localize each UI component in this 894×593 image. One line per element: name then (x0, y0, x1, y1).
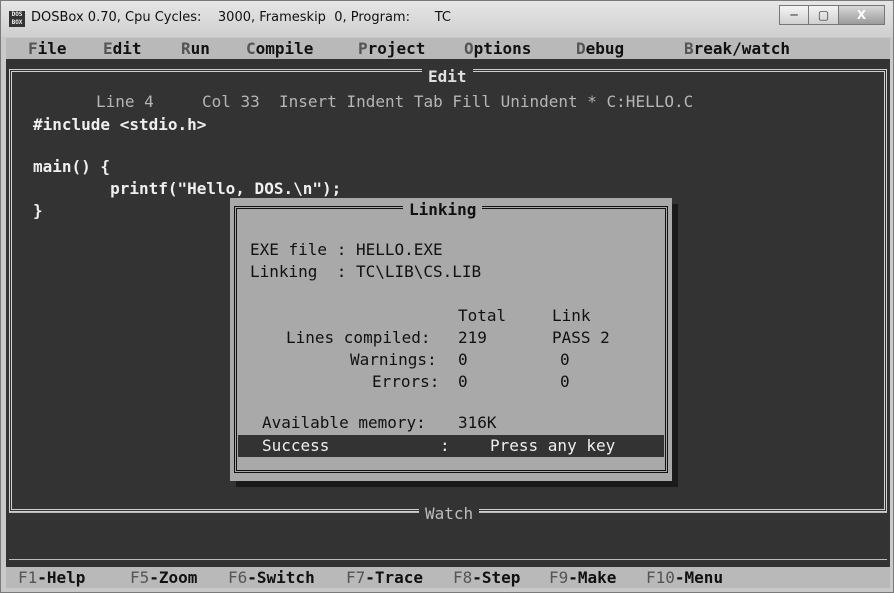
errors-label: Errors: (372, 372, 440, 391)
errors-total: 0 (458, 372, 468, 391)
fkey-help[interactable]: F1-Help (18, 568, 85, 587)
code-line-4[interactable]: printf("Hello, DOS.\n"); (33, 179, 341, 198)
errors-link: 0 (560, 372, 570, 391)
menu-debug[interactable]: Debug (576, 39, 624, 58)
dos-screen: File Edit Run Compile Project Options De… (6, 38, 890, 588)
function-key-bar: F1-Help F5-Zoom F6-Switch F7-Trace F8-St… (6, 567, 890, 588)
close-button[interactable]: X (839, 5, 885, 25)
fkey-zoom[interactable]: F5-Zoom (130, 568, 197, 587)
fkey-step[interactable]: F8-Step (453, 568, 520, 587)
linking-dialog: Linking EXE file : HELLO.EXE Linking : T… (230, 198, 672, 481)
available-memory-label: Available memory: (262, 413, 426, 432)
edit-window-title: Edit (422, 69, 473, 85)
lines-compiled-total: 219 (458, 328, 487, 347)
fkey-switch[interactable]: F6-Switch (228, 568, 315, 587)
menu-file[interactable]: File (28, 39, 67, 58)
available-memory-value: 316K (458, 413, 497, 432)
watch-window-title: Watch (419, 504, 480, 523)
dosbox-icon: DOS BOX (9, 11, 25, 27)
linking-line: Linking : TC\LIB\CS.LIB (250, 262, 482, 281)
window-controls: ─ ▢ X (779, 5, 885, 27)
code-line-1[interactable]: #include <stdio.h> (33, 115, 206, 134)
menu-run[interactable]: Run (181, 39, 210, 58)
menu-project[interactable]: Project (358, 39, 425, 58)
menu-bar: File Edit Run Compile Project Options De… (6, 38, 890, 59)
success-bar[interactable]: Success : Press any key (238, 435, 664, 457)
menu-edit[interactable]: Edit (103, 39, 142, 58)
maximize-button[interactable]: ▢ (809, 5, 839, 25)
menu-options[interactable]: Options (464, 39, 531, 58)
dialog-title: Linking (403, 200, 483, 219)
fkey-trace[interactable]: F7-Trace (346, 568, 423, 587)
dosbox-window: DOS BOX DOSBox 0.70, Cpu Cycles: 3000, F… (0, 0, 894, 593)
menu-compile[interactable]: Compile (246, 39, 313, 58)
warnings-total: 0 (458, 350, 468, 369)
success-colon: : (440, 436, 450, 455)
editor-status-line: Line 4 Col 33 Insert Indent Tab Fill Uni… (96, 92, 694, 111)
total-header: Total (458, 306, 507, 325)
warnings-label: Warnings: (350, 350, 437, 369)
fkey-menu[interactable]: F10-Menu (646, 568, 723, 587)
title-bar[interactable]: DOS BOX DOSBox 0.70, Cpu Cycles: 3000, F… (1, 1, 893, 37)
minimize-button[interactable]: ─ (779, 5, 809, 25)
link-header: Link (552, 306, 591, 325)
lines-compiled-label: Lines compiled: (286, 328, 431, 347)
menu-break-watch[interactable]: Break/watch (684, 39, 790, 58)
code-line-3[interactable]: main() { (33, 157, 110, 176)
press-any-key-text: Press any key (490, 436, 616, 455)
success-text: Success (262, 436, 330, 455)
window-title: DOSBox 0.70, Cpu Cycles: 3000, Frameskip… (31, 10, 452, 25)
warnings-link: 0 (560, 350, 570, 369)
lines-compiled-link: PASS 2 (552, 328, 610, 347)
fkey-make[interactable]: F9-Make (549, 568, 616, 587)
code-line-5[interactable]: } (33, 201, 43, 220)
exe-file-line: EXE file : HELLO.EXE (250, 240, 443, 259)
